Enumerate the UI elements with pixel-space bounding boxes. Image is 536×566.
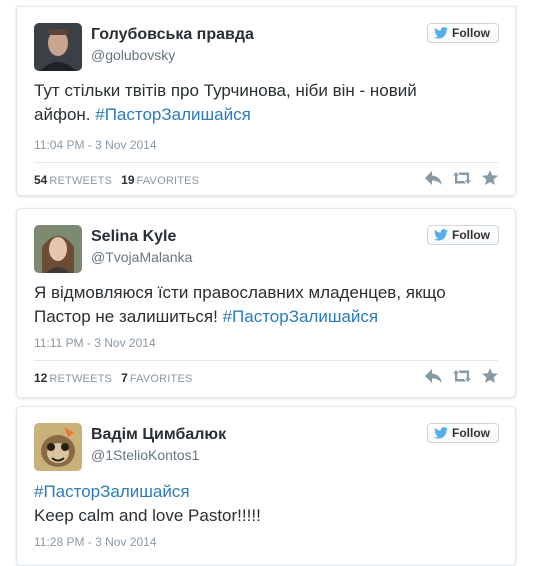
favorites-count[interactable]: 19 — [121, 173, 134, 187]
author-name[interactable]: Вадім Цимбалюк — [91, 426, 226, 444]
retweets-label: RETWEETS — [49, 175, 113, 187]
author-name[interactable]: Selina Kyle — [91, 228, 176, 246]
author-handle[interactable]: @TvojaMalanka — [91, 249, 192, 265]
tweet-text: #ПасторЗалишайся Keep calm and love Past… — [34, 480, 474, 528]
tweet-stats: 12 RETWEETS 7 FAVORITES — [34, 371, 199, 385]
follow-button[interactable]: Follow — [427, 23, 499, 43]
avatar[interactable] — [34, 423, 82, 471]
tweet-timestamp[interactable]: 11:11 PM - 3 Nov 2014 — [34, 336, 156, 350]
tweet-timestamp[interactable]: 11:04 PM - 3 Nov 2014 — [34, 138, 157, 152]
twitter-bird-icon — [434, 427, 448, 439]
divider — [34, 360, 498, 361]
tweet-actions — [425, 368, 499, 384]
hashtag-link[interactable]: #ПасторЗалишайся — [223, 307, 379, 326]
follow-label: Follow — [452, 26, 490, 40]
divider — [34, 162, 498, 163]
author-name[interactable]: Голубовська правда — [91, 26, 254, 44]
follow-button[interactable]: Follow — [427, 225, 499, 245]
retweet-icon[interactable] — [453, 368, 471, 384]
favorites-label: FAVORITES — [136, 175, 200, 187]
tweet-card: Вадім Цимбалюк @1StelioKontos1 Follow #П… — [16, 406, 516, 566]
twitter-bird-icon — [434, 27, 448, 39]
star-icon[interactable] — [481, 170, 499, 186]
tweet-stats: 54 RETWEETS 19 FAVORITES — [34, 173, 205, 187]
avatar[interactable] — [34, 23, 82, 71]
favorites-count[interactable]: 7 — [121, 371, 128, 385]
author-handle[interactable]: @golubovsky — [91, 47, 175, 63]
follow-label: Follow — [452, 426, 490, 440]
retweets-count[interactable]: 12 — [34, 371, 47, 385]
hashtag-link[interactable]: #ПасторЗалишайся — [34, 480, 474, 504]
avatar[interactable] — [34, 225, 82, 273]
hashtag-link[interactable]: #ПасторЗалишайся — [95, 105, 251, 124]
reply-icon[interactable] — [425, 368, 443, 384]
retweets-count[interactable]: 54 — [34, 173, 47, 187]
tweet-text: Я відмовляюся їсти православних младенце… — [34, 283, 446, 326]
tweet-timestamp[interactable]: 11:28 PM - 3 Nov 2014 — [34, 535, 157, 549]
retweet-icon[interactable] — [453, 170, 471, 186]
tweet-card: Selina Kyle @TvojaMalanka Follow Я відмо… — [16, 208, 516, 398]
retweets-label: RETWEETS — [49, 373, 113, 385]
tweet-actions — [425, 170, 499, 186]
star-icon[interactable] — [481, 368, 499, 384]
follow-label: Follow — [452, 228, 490, 242]
author-handle[interactable]: @1StelioKontos1 — [91, 447, 199, 463]
twitter-bird-icon — [434, 229, 448, 241]
tweet-card: Голубовська правда @golubovsky Follow Ту… — [16, 6, 516, 196]
favorites-label: FAVORITES — [129, 373, 193, 385]
reply-icon[interactable] — [425, 170, 443, 186]
follow-button[interactable]: Follow — [427, 423, 499, 443]
tweet-text: Тут стільки твітів про Турчинова, ніби в… — [34, 81, 417, 124]
